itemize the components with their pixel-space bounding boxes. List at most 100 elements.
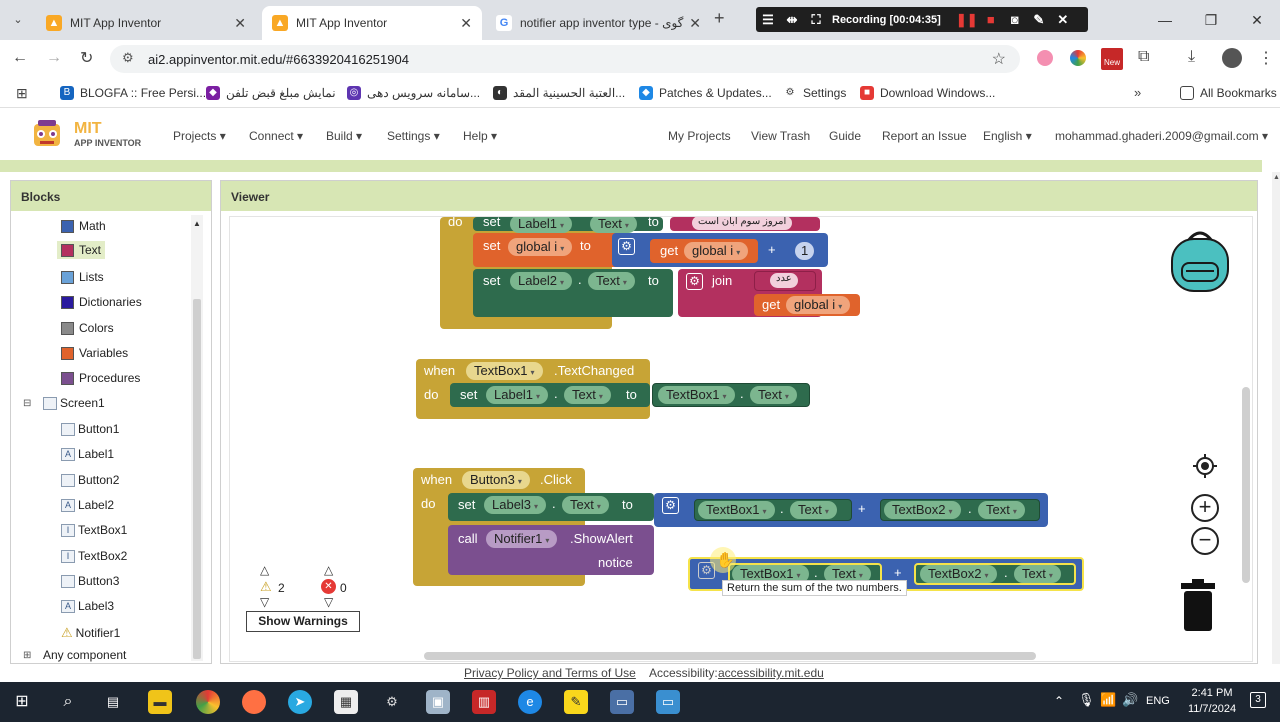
- palette-scroll-thumb[interactable]: [193, 299, 201, 659]
- tab-1[interactable]: ▲ MIT App Inventor ✕: [36, 6, 256, 40]
- tab-close-icon[interactable]: ✕: [460, 15, 472, 32]
- palette-lists[interactable]: Lists: [61, 270, 104, 284]
- menu-build[interactable]: Build ▾: [326, 129, 362, 143]
- palette-procedures[interactable]: Procedures: [61, 371, 140, 385]
- bookmark-service[interactable]: ◎ سامانه سرویس دهی...: [347, 86, 480, 100]
- bookmark-blogfa[interactable]: B BLOGFA :: Free Persi...: [60, 86, 206, 100]
- page-scrollbar[interactable]: ▲: [1272, 172, 1280, 664]
- palette-scrollbar[interactable]: ▲: [191, 215, 203, 661]
- label1-dropdown[interactable]: Label1 ▾: [510, 217, 573, 233]
- store-icon[interactable]: ▦: [334, 690, 358, 714]
- global-i-dropdown[interactable]: global i ▾: [508, 238, 573, 256]
- menu-settings[interactable]: Settings ▾: [387, 129, 440, 143]
- textbox1-dropdown[interactable]: TextBox1 ▾: [698, 501, 775, 519]
- clock-date[interactable]: 11/7/2024: [1184, 703, 1240, 715]
- text-prop-dropdown[interactable]: Text ▾: [564, 386, 611, 404]
- camera-icon[interactable]: ◙: [1003, 12, 1027, 27]
- chrome-icon[interactable]: [196, 690, 220, 714]
- restore-icon[interactable]: ❐: [1188, 12, 1234, 29]
- palette-math[interactable]: Math: [61, 219, 106, 233]
- close-recorder-icon[interactable]: ✕: [1051, 12, 1075, 28]
- set-label1-block-2[interactable]: [450, 383, 650, 407]
- notes-app-icon[interactable]: ✎: [564, 690, 588, 714]
- link-my-projects[interactable]: My Projects: [668, 129, 731, 143]
- file-explorer-icon[interactable]: ▬: [148, 690, 172, 714]
- site-info-icon[interactable]: ⚙: [122, 50, 134, 66]
- privacy-link[interactable]: Privacy Policy and Terms of Use: [464, 666, 636, 680]
- task-view-icon[interactable]: ▤: [101, 690, 125, 714]
- number-one[interactable]: 1: [795, 242, 815, 260]
- text-prop-dropdown[interactable]: Text ▾: [1014, 565, 1061, 583]
- minimize-icon[interactable]: —: [1142, 12, 1188, 28]
- tree-textbox2[interactable]: I TextBox2: [61, 549, 127, 563]
- tree-textbox1[interactable]: I TextBox1: [61, 523, 127, 537]
- windows-start-icon[interactable]: ⊞: [10, 690, 34, 714]
- tree-notifier1[interactable]: ⚠ Notifier1: [61, 625, 120, 641]
- pause-icon[interactable]: ❚❚: [955, 12, 979, 28]
- stop-icon[interactable]: ■: [979, 12, 1003, 27]
- bookmark-patches[interactable]: ◆ Patches & Updates...: [639, 86, 772, 100]
- link-report-issue[interactable]: Report an Issue: [882, 129, 967, 143]
- error-next-icon[interactable]: ▽: [324, 595, 333, 609]
- link-guide[interactable]: Guide: [829, 129, 861, 143]
- textbox2-dropdown[interactable]: TextBox2 ▾: [884, 501, 961, 519]
- url-bar[interactable]: ⚙ ai2.appinventor.mit.edu/#6633920416251…: [110, 45, 1020, 73]
- network-app-icon[interactable]: ▣: [426, 690, 450, 714]
- menu-projects[interactable]: Projects ▾: [173, 129, 226, 143]
- mutator-gear-icon[interactable]: ⚙: [618, 238, 635, 255]
- app-inventor-logo-icon[interactable]: [28, 118, 66, 152]
- tree-button1[interactable]: Button1: [61, 422, 119, 436]
- volume-icon[interactable]: 🔊: [1122, 692, 1138, 708]
- persian-string-1[interactable]: امروز سوم ابان است: [692, 217, 793, 230]
- accessibility-link[interactable]: accessibility.mit.edu: [718, 666, 824, 680]
- menu-icon[interactable]: ☰: [756, 12, 780, 28]
- new-tab-button[interactable]: +: [714, 8, 725, 29]
- pen-icon[interactable]: ✎: [1027, 12, 1051, 28]
- clock-time[interactable]: 2:41 PM: [1184, 687, 1240, 699]
- menu-language[interactable]: English ▾: [983, 129, 1032, 143]
- download-icon[interactable]: ⤓: [1188, 48, 1195, 66]
- notifications-icon[interactable]: 3: [1250, 692, 1266, 708]
- mutator-gear-icon[interactable]: ⚙: [686, 273, 703, 290]
- tree-any-component[interactable]: ⊞ Any component: [23, 648, 126, 662]
- tree-screen1[interactable]: ⊟ Screen1: [23, 396, 105, 410]
- text-prop-dropdown[interactable]: Text ▾: [750, 386, 797, 404]
- textbox2-dropdown[interactable]: TextBox2 ▾: [920, 565, 997, 583]
- window-app-icon[interactable]: ▭: [610, 690, 634, 714]
- close-window-icon[interactable]: ✕: [1234, 12, 1280, 29]
- menu-connect[interactable]: Connect ▾: [249, 129, 303, 143]
- error-prev-icon[interactable]: △: [324, 563, 333, 577]
- winrar-icon[interactable]: ▥: [472, 690, 496, 714]
- profile-avatar[interactable]: [1222, 48, 1242, 68]
- tab-3[interactable]: G notifier app inventor type - گوی ✕: [486, 6, 711, 40]
- tab-close-icon[interactable]: ✕: [689, 15, 701, 32]
- region-icon[interactable]: ⛶: [804, 12, 828, 28]
- global-i-dropdown[interactable]: global i ▾: [786, 296, 851, 314]
- tree-label2[interactable]: A Label2: [61, 498, 114, 512]
- palette-text[interactable]: Text: [57, 241, 106, 259]
- palette-colors[interactable]: Colors: [61, 321, 114, 335]
- tree-label1[interactable]: A Label1: [61, 447, 114, 461]
- collapse-minus-icon[interactable]: ⊟: [23, 398, 35, 409]
- expand-plus-icon[interactable]: ⊞: [23, 650, 35, 661]
- workspace-vscroll-thumb[interactable]: [1242, 387, 1250, 583]
- all-bookmarks[interactable]: All Bookmarks: [1180, 86, 1277, 100]
- more-bookmarks-icon[interactable]: »: [1134, 85, 1141, 100]
- search-icon[interactable]: ⌕: [56, 690, 80, 714]
- remote-desktop-icon[interactable]: ▭: [656, 690, 680, 714]
- settings-icon[interactable]: ⚙: [380, 690, 404, 714]
- extension-icon[interactable]: [1037, 50, 1053, 66]
- persian-string-2[interactable]: عدد: [770, 273, 798, 288]
- text-prop-dropdown[interactable]: Text ▾: [562, 496, 609, 514]
- new-extension-icon[interactable]: New: [1101, 48, 1123, 70]
- edge-icon[interactable]: e: [518, 690, 542, 714]
- blocks-workspace[interactable]: do set Label1 ▾ Text ▾ to امروز سوم ابان ا…: [229, 216, 1253, 662]
- scroll-up-icon[interactable]: ▲: [193, 219, 201, 228]
- global-i-dropdown[interactable]: global i ▾: [684, 242, 749, 260]
- warning-next-icon[interactable]: ▽: [260, 595, 269, 609]
- reload-icon[interactable]: ↻: [80, 48, 93, 68]
- bookmark-ataba[interactable]: ◐ العتبة الحسينية المقد...: [493, 86, 625, 100]
- browser-menu-icon[interactable]: ⋮: [1258, 48, 1274, 68]
- tray-chevron-icon[interactable]: ⌃: [1054, 694, 1064, 708]
- tab-close-icon[interactable]: ✕: [234, 15, 246, 32]
